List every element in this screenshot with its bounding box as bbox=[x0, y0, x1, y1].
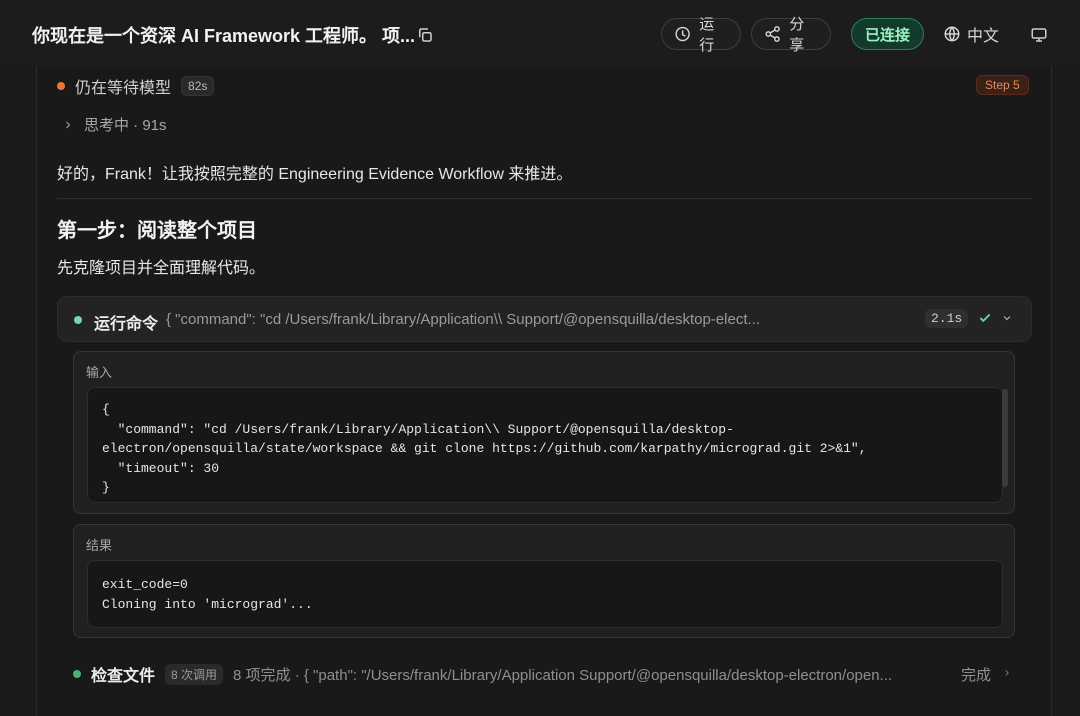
tool-call-run-command[interactable]: 运行命令 { "command": "cd /Users/frank/Libra… bbox=[57, 296, 1032, 342]
status-text: 仍在等待模型 bbox=[75, 80, 172, 97]
success-dot bbox=[74, 316, 82, 324]
share-button[interactable]: 分享 bbox=[751, 16, 831, 54]
call-count-badge: 8 次调用 bbox=[165, 663, 224, 685]
inspect-label: 检查文件 bbox=[91, 668, 156, 685]
section-subtext: 先克隆项目并全面理解代码。 bbox=[57, 260, 266, 277]
language-label: 中文 bbox=[967, 28, 1000, 45]
result-title: 结果 bbox=[86, 538, 113, 553]
thinking-toggle[interactable]: 思考中 · 91s bbox=[62, 114, 167, 135]
chevron-right-icon bbox=[66, 121, 71, 128]
input-title: 输入 bbox=[86, 365, 113, 380]
chevron-right-icon[interactable] bbox=[1002, 668, 1012, 678]
tool-preview: { "command": "cd /Users/frank/Library/Ap… bbox=[166, 311, 760, 328]
tool-call-inspect-files[interactable]: 检查文件 8 次调用 8 项完成 · { "path": "/Users/fra… bbox=[73, 662, 933, 686]
copy-icon[interactable] bbox=[416, 26, 434, 44]
language-switcher[interactable]: 中文 bbox=[943, 22, 999, 46]
result-card: 结果 exit_code=0 Cloning into 'micrograd'.… bbox=[73, 524, 1015, 638]
conversation-title: 你现在是一个资深 AI Framework 工程师。 项... bbox=[32, 26, 416, 46]
clock-icon bbox=[675, 26, 690, 42]
section-heading: 第一步：阅读整个项目 bbox=[57, 220, 257, 242]
connection-status-badge: 已连接 bbox=[851, 18, 924, 50]
inspect-preview: 8 项完成 · { "path": "/Users/frank/Library/… bbox=[233, 666, 893, 684]
share-label: 分享 bbox=[789, 16, 805, 54]
run-label: 运行 bbox=[699, 16, 715, 54]
input-code: { "command": "cd /Users/frank/Library/Ap… bbox=[87, 387, 1003, 503]
assistant-intro: 好的，Frank！让我按照完整的 Engineering Evidence Wo… bbox=[57, 166, 573, 183]
model-wait-status: 仍在等待模型 82s bbox=[57, 74, 215, 98]
duration-badge: 2.1s bbox=[925, 309, 969, 328]
done-label: 完成 bbox=[961, 667, 992, 684]
globe-icon bbox=[944, 26, 960, 42]
chevron-down-icon[interactable] bbox=[1001, 312, 1013, 324]
elapsed-badge: 82s bbox=[181, 76, 215, 96]
input-card: 输入 { "command": "cd /Users/frank/Library… bbox=[73, 351, 1015, 514]
input-scrollbar[interactable] bbox=[1002, 389, 1008, 487]
thinking-label: 思考中 · 91s bbox=[84, 117, 167, 134]
result-code: exit_code=0 Cloning into 'micrograd'... bbox=[87, 560, 1003, 628]
step-badge: Step 5 bbox=[976, 75, 1029, 95]
run-button[interactable]: 运行 bbox=[661, 16, 741, 54]
monitor-icon[interactable] bbox=[1030, 26, 1048, 44]
status-dot bbox=[57, 82, 65, 90]
success-dot bbox=[73, 670, 81, 678]
share-icon bbox=[765, 26, 780, 42]
divider bbox=[57, 198, 1032, 199]
top-bar: 你现在是一个资深 AI Framework 工程师。 项... 运行 分享 已连… bbox=[0, 0, 1080, 66]
check-icon bbox=[979, 313, 991, 323]
tool-label: 运行命令 bbox=[94, 316, 159, 333]
